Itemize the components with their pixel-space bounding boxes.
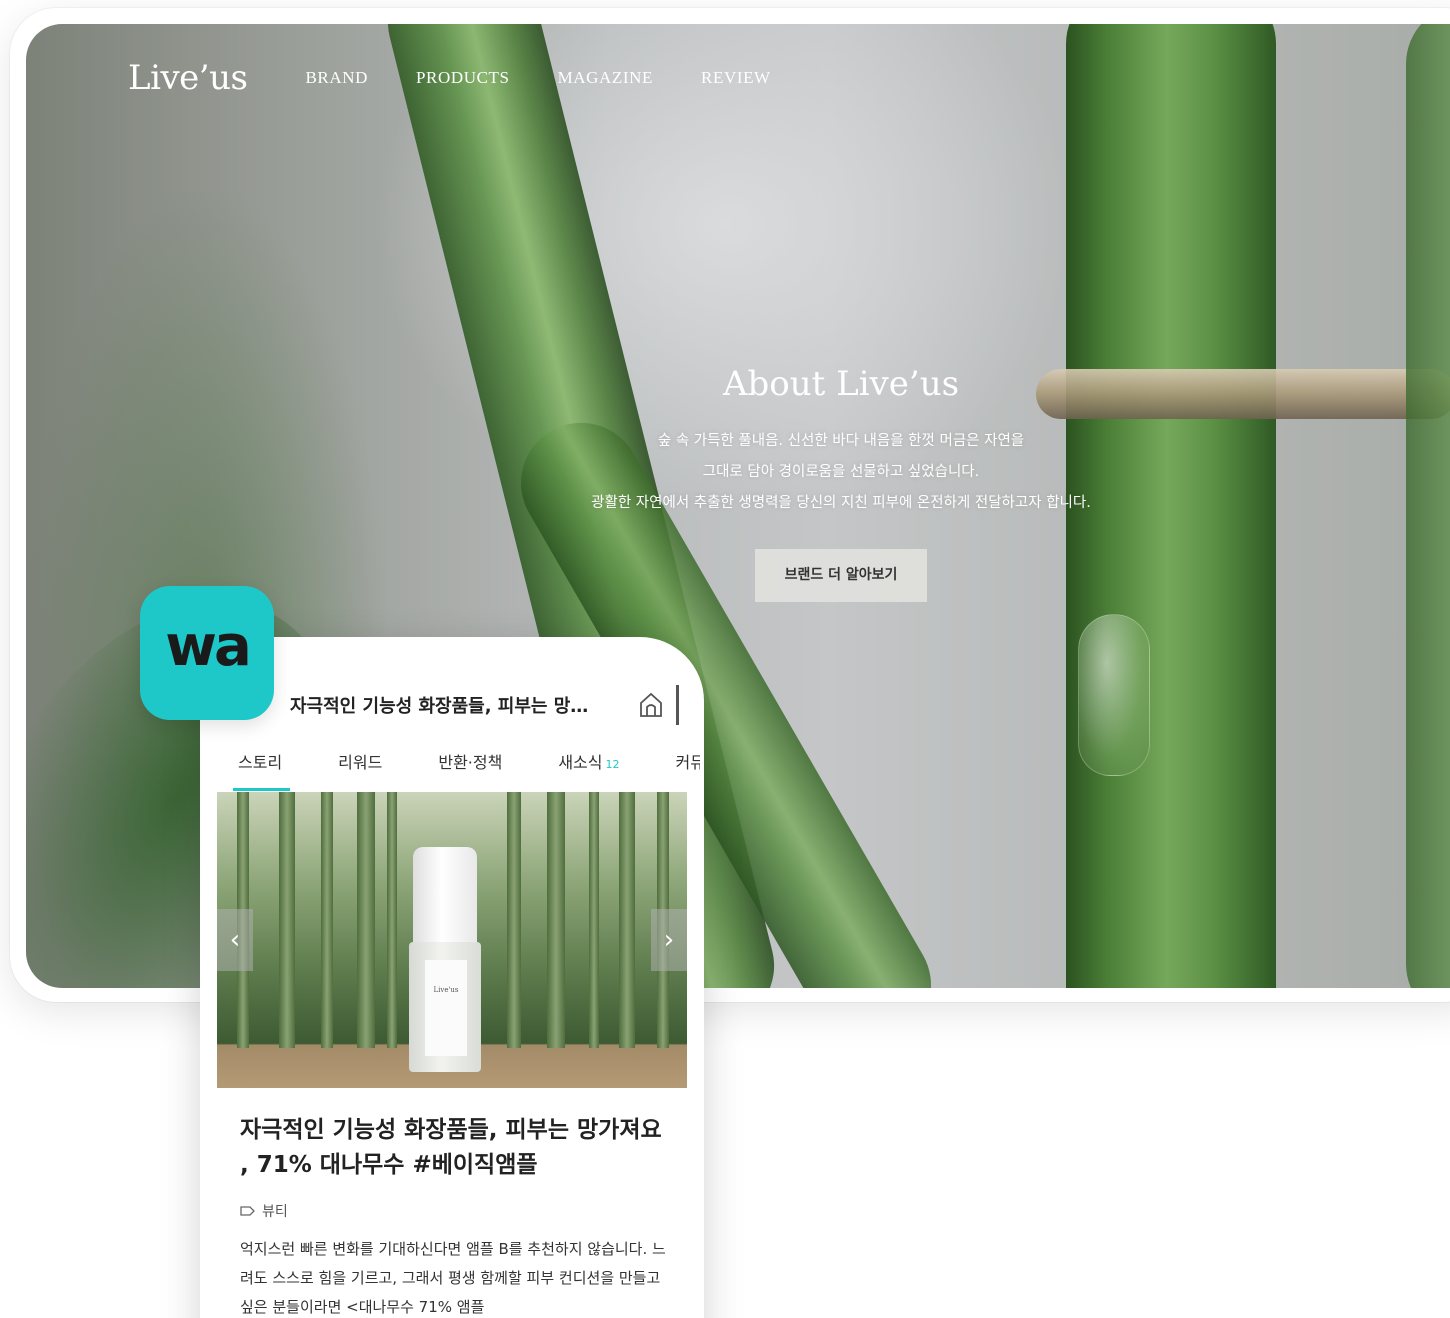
- bottle-label: Live'us: [425, 960, 467, 1056]
- tab-reward[interactable]: 리워드: [330, 747, 390, 791]
- nav-products[interactable]: PRODUCTS: [416, 68, 510, 88]
- app-header-title: 자극적인 기능성 화장품들, 피부는 망…: [290, 696, 589, 717]
- tab-label: 반환·정책: [438, 753, 503, 772]
- bamboo-background: [279, 792, 295, 1048]
- hero-description-line: 숲 속 가득한 풀내음. 신선한 바다 내음을 한껏 머금은 자연을: [657, 433, 1025, 449]
- learn-brand-button[interactable]: 브랜드 더 알아보기: [755, 549, 927, 602]
- category-label: 뷰티: [262, 1204, 288, 1220]
- bamboo-background: [357, 792, 375, 1048]
- top-navigation: Live’us BRAND PRODUCTS MAGAZINE REVIEW: [128, 58, 819, 98]
- article-body: 억지스런 빠른 변화를 기대하신다면 앰플 B를 추천하지 않습니다. 느려도 …: [240, 1240, 666, 1316]
- carousel-next-button[interactable]: ›: [651, 909, 687, 971]
- brand-logo[interactable]: Live’us: [128, 58, 248, 98]
- tab-count-badge: 12: [605, 758, 620, 771]
- hero-description-line: 그대로 담아 경이로움을 선물하고 싶었습니다.: [702, 464, 980, 480]
- app-tab-bar: 스토리 리워드 반환·정책 새소식 12 커뮤: [230, 747, 700, 791]
- wadiz-app-icon: wa: [140, 586, 274, 720]
- tab-story[interactable]: 스토리: [230, 747, 291, 791]
- tab-label: 스토리: [238, 753, 283, 772]
- tab-policy[interactable]: 반환·정책: [430, 747, 510, 791]
- app-icon-text: wa: [165, 614, 252, 679]
- mobile-app-screen: 자극적인 기능성 화장품들, 피부는 망… 스토리 리워드 반환·정책 새소식 1…: [200, 637, 704, 1318]
- screenshot-stage: Live’us BRAND PRODUCTS MAGAZINE REVIEW A…: [0, 0, 1450, 1318]
- bamboo-background: [589, 792, 599, 1048]
- tab-label: 리워드: [338, 753, 383, 772]
- bamboo-background: [547, 792, 565, 1048]
- hero-section: About Live’us 숲 속 가득한 풀내음. 신선한 바다 내음을 한껏…: [521, 364, 1161, 602]
- product-image-carousel[interactable]: Live'us ‹ ›: [217, 792, 687, 1088]
- home-icon[interactable]: [636, 690, 666, 720]
- nav-brand[interactable]: BRAND: [305, 68, 368, 88]
- tag-icon: [240, 1206, 255, 1216]
- bamboo-background: [507, 792, 521, 1048]
- bamboo-background: [321, 792, 333, 1048]
- tab-label: 커뮤: [675, 753, 700, 772]
- bamboo-background: [387, 792, 397, 1048]
- ampoule-bottle-cap: [413, 847, 477, 947]
- article-section: 자극적인 기능성 화장품들, 피부는 망가져요 , 71% 대나무수 #베이직앰…: [240, 1113, 670, 1318]
- header-divider: [676, 685, 679, 725]
- article-category[interactable]: 뷰티: [240, 1201, 670, 1221]
- bamboo-stalk: [1406, 24, 1450, 988]
- bamboo-background: [619, 792, 635, 1048]
- hero-description-line: 광활한 자연에서 추출한 생명력을 당신의 지친 피부에 온전하게 전달하고자 …: [591, 495, 1091, 511]
- water-drop: [1078, 614, 1150, 776]
- tab-label: 새소식: [558, 753, 603, 772]
- nav-magazine[interactable]: MAGAZINE: [558, 68, 653, 88]
- app-header: 자극적인 기능성 화장품들, 피부는 망…: [290, 685, 690, 725]
- hero-title: About Live’us: [722, 364, 960, 404]
- tab-news[interactable]: 새소식 12: [550, 747, 627, 791]
- tab-community[interactable]: 커뮤: [667, 747, 700, 791]
- article-title: 자극적인 기능성 화장품들, 피부는 망가져요 , 71% 대나무수 #베이직앰…: [240, 1117, 662, 1178]
- nav-review[interactable]: REVIEW: [701, 68, 771, 88]
- carousel-prev-button[interactable]: ‹: [217, 909, 253, 971]
